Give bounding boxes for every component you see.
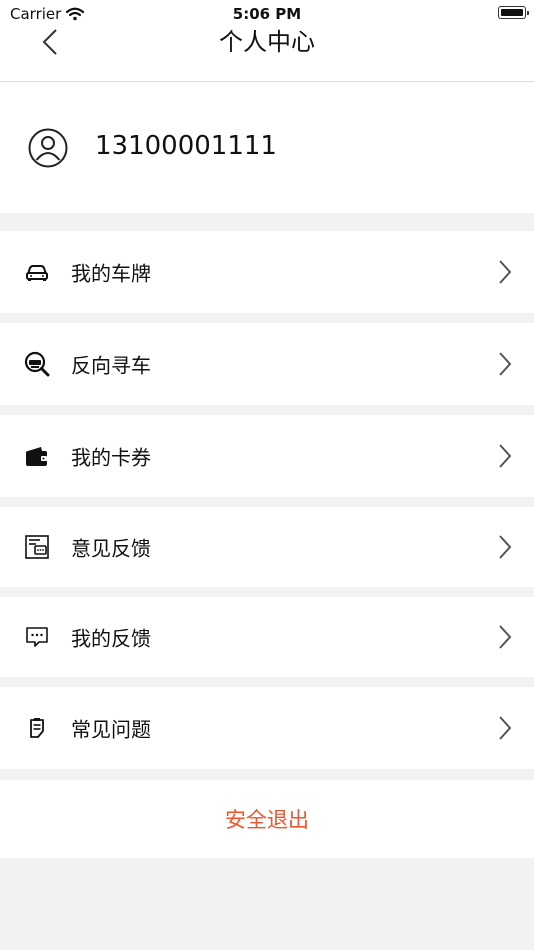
user-circle-icon: [28, 128, 68, 168]
chevron-right-icon: [499, 352, 512, 376]
menu-item-label: 常见问题: [71, 717, 151, 742]
chat-bubble-icon: [26, 627, 48, 647]
navigation-bar: 个人中心: [0, 28, 534, 82]
logout-label: 安全退出: [225, 808, 309, 832]
logout-button[interactable]: 安全退出: [0, 780, 534, 858]
wallet-icon: [26, 447, 47, 466]
car-search-icon: [24, 351, 50, 377]
phone-number: 13100001111: [95, 131, 277, 161]
menu-item-my-coupons[interactable]: 我的卡券: [0, 415, 534, 497]
faq-icon: [30, 718, 44, 738]
menu-item-label: 我的车牌: [71, 261, 151, 286]
battery-icon: [498, 6, 529, 19]
chevron-right-icon: [499, 260, 512, 284]
menu-item-label: 我的卡券: [71, 445, 151, 470]
profile-card[interactable]: 13100001111: [0, 82, 534, 213]
page-title: 个人中心: [219, 28, 315, 56]
chevron-right-icon: [499, 625, 512, 649]
menu-item-faq[interactable]: 常见问题: [0, 687, 534, 769]
chevron-right-icon: [499, 716, 512, 740]
menu-item-label: 反向寻车: [71, 353, 151, 378]
menu-item-label: 意见反馈: [71, 536, 151, 561]
status-time: 5:06 PM: [232, 5, 302, 23]
chevron-right-icon: [499, 535, 512, 559]
menu-item-reverse-car-search[interactable]: 反向寻车: [0, 323, 534, 405]
menu-item-my-plates[interactable]: 我的车牌: [0, 231, 534, 313]
status-bar: Carrier 5:06 PM: [0, 0, 534, 28]
feedback-form-icon: [25, 535, 49, 559]
menu-item-label: 我的反馈: [71, 626, 151, 651]
menu-item-feedback[interactable]: 意见反馈: [0, 507, 534, 587]
chevron-right-icon: [499, 444, 512, 468]
menu-item-my-feedback[interactable]: 我的反馈: [0, 597, 534, 677]
car-icon: [26, 265, 48, 281]
